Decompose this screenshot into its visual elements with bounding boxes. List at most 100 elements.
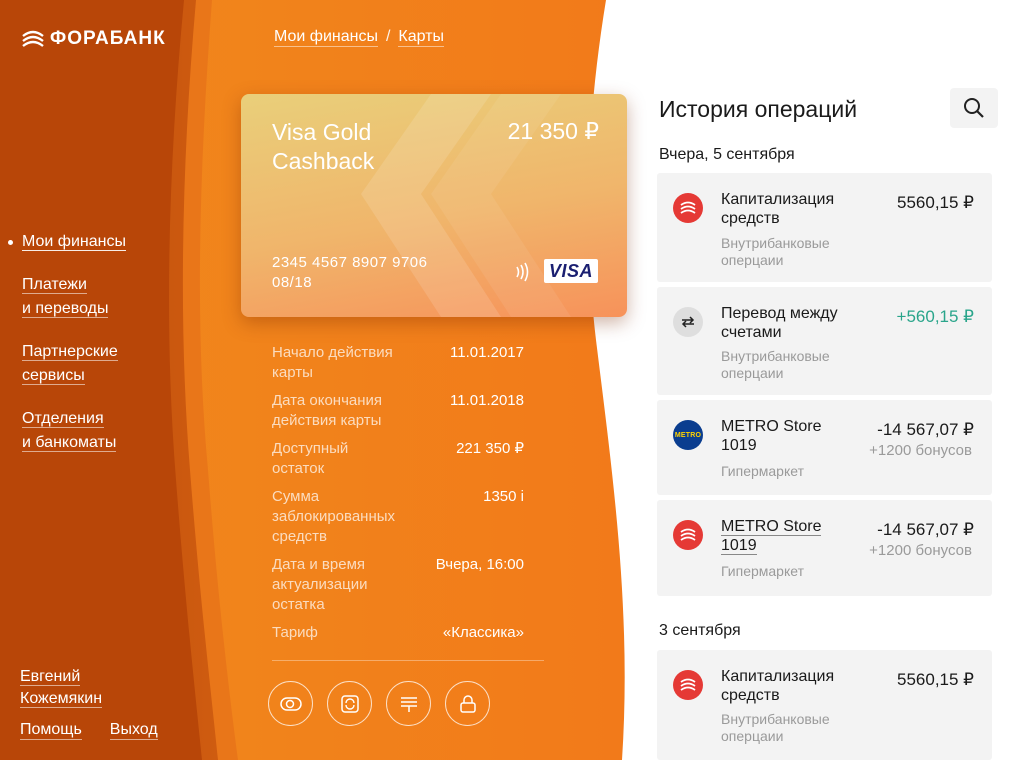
card-balance: 21 350 ₽ [507,118,599,144]
breadcrumb-current[interactable]: Карты [398,28,445,47]
operation-title[interactable]: METRO Store 1019 [721,517,861,555]
operation-amount: 5560,15 ₽ [897,670,974,689]
user-first-name: Евгений [20,668,81,686]
detail-label: Сумма заблокированных средств [272,487,412,547]
operation-title-line: Капитализация [721,668,835,685]
detail-row: Начало действия карты 11.01.2017 [272,343,524,383]
user-last-name: Кожемякин [20,690,103,708]
operation-title: Капитализация средств [721,667,861,705]
operation-title: METRO Store 1019 [721,417,861,455]
sidebar-item-my-finances[interactable]: Мои финансы [8,230,182,254]
operation-category-line: Внутрибанковые [721,711,830,727]
operation-title-line: 1019 [721,537,757,555]
operation-title-line: METRO Store [721,518,822,536]
sidebar-item-label: Партнерские [22,343,118,361]
detail-label-line: средств [272,528,327,545]
exchange-icon [340,694,359,713]
active-dot-icon [8,240,13,245]
card-number-block: 2345 4567 8907 9706 08/18 [272,253,427,293]
detail-value: 1350 i [483,488,524,505]
detail-value: 11.01.2018 [450,392,524,409]
brand-logo[interactable]: ФОРАБАНК [22,28,166,50]
search-icon [964,98,984,118]
bank-logo-icon [22,30,44,47]
metro-logo-icon: METRO [673,420,703,450]
brand-name: ФОРАБАНК [50,28,166,49]
operation-category-line: оперцаии [721,252,784,268]
card-expiry: 08/18 [272,274,313,291]
detail-label-line: остаток [272,460,325,477]
operation-category-line: Внутрибанковые [721,348,830,364]
operation-title-line: 1019 [721,437,757,454]
card-details: Начало действия карты 11.01.2017 Дата ок… [272,343,524,651]
user-links: Помощь Выход [20,721,158,740]
search-button[interactable] [950,88,998,128]
bank-card[interactable]: Visa Gold Cashback 21 350 ₽ 2345 4567 89… [241,94,627,317]
details-divider [272,660,544,661]
detail-label-line: заблокированных [272,508,396,525]
card-toggle-icon [279,696,302,711]
detail-label: Дата и время актуализации остатка [272,555,412,615]
operation-amount: -14 567,07 ₽ [877,420,974,439]
transfer-icon [673,307,703,337]
detail-label-line: карты [272,364,313,381]
operation-item[interactable]: Капитализация средств Внутрибанковые опе… [657,650,992,760]
sidebar-item-branches[interactable]: Отделения и банкоматы [22,407,182,455]
detail-label-line: действия карты [272,412,382,429]
exchange-button[interactable] [327,681,372,726]
operation-bonus: +1200 бонусов [869,542,972,559]
operation-category-line: Гипермаркет [721,463,804,479]
detail-value: «Классика» [442,624,524,641]
sidebar-item-label: Мои финансы [22,233,126,251]
visa-logo: VISA [544,259,598,283]
detail-row: Сумма заблокированных средств 1350 i [272,487,524,547]
toggle-card-button[interactable] [268,681,313,726]
sidebar-item-label: Платежи [22,276,87,294]
operation-category: Внутрибанковые оперцаии [721,348,871,382]
sidebar-nav: Мои финансы Платежи и переводы Партнерск… [8,230,182,474]
lock-icon [459,694,476,713]
detail-label-line: Дата окончания [272,392,383,409]
operation-category-line: оперцаии [721,365,784,381]
operation-category-line: Внутрибанковые [721,235,830,251]
bank-icon [673,193,703,223]
sidebar-item-label: и переводы [22,300,109,318]
detail-label: Тариф [272,623,412,643]
detail-label-line: Тариф [272,624,318,641]
operation-amount: -14 567,07 ₽ [877,520,974,539]
detail-label-line: Дата и время [272,556,366,573]
operation-item[interactable]: METRO Store 1019 Гипермаркет -14 567,07 … [657,500,992,596]
user-profile-link[interactable]: Евгений Кожемякин [20,666,103,710]
statement-button[interactable] [386,681,431,726]
logout-link[interactable]: Выход [109,721,158,740]
operation-title: Перевод между счетами [721,304,861,342]
operation-bonus: +1200 бонусов [869,442,972,459]
detail-label-line: Доступный [272,440,349,457]
detail-label: Начало действия карты [272,343,412,383]
detail-row: Тариф «Классика» [272,623,524,643]
operation-item[interactable]: METRO METRO Store 1019 Гипермаркет -14 5… [657,400,992,495]
detail-value: 11.01.2017 [450,344,524,361]
operation-category-line: оперцаии [721,728,784,744]
operation-item[interactable]: Перевод между счетами Внутрибанковые опе… [657,287,992,395]
operation-title-line: счетами [721,324,782,341]
breadcrumb-root[interactable]: Мои финансы [274,28,378,47]
operation-amount: +560,15 ₽ [896,307,974,326]
operation-category: Внутрибанковые оперцаии [721,711,871,745]
statement-icon [400,696,417,712]
sidebar-item-payments[interactable]: Платежи и переводы [22,273,182,321]
detail-value: 221 350 ₽ [456,440,524,457]
help-link[interactable]: Помощь [20,721,82,740]
detail-row: Дата и время актуализации остатка Вчера,… [272,555,524,615]
block-card-button[interactable] [445,681,490,726]
operation-title-line: Перевод между [721,305,838,322]
sidebar-item-label: и банкоматы [22,434,117,452]
metro-logo-text: METRO [674,431,702,439]
history-group-title: Вчера, 5 сентября [659,146,795,163]
operation-item[interactable]: Капитализация средств Внутрибанковые опе… [657,173,992,282]
card-number: 2345 4567 8907 9706 [272,254,428,271]
operation-title-line: Капитализация [721,191,835,208]
sidebar-item-partner-services[interactable]: Партнерские сервисы [22,340,182,388]
detail-label-line: остатка [272,596,325,613]
history-group-title: 3 сентября [659,622,741,639]
